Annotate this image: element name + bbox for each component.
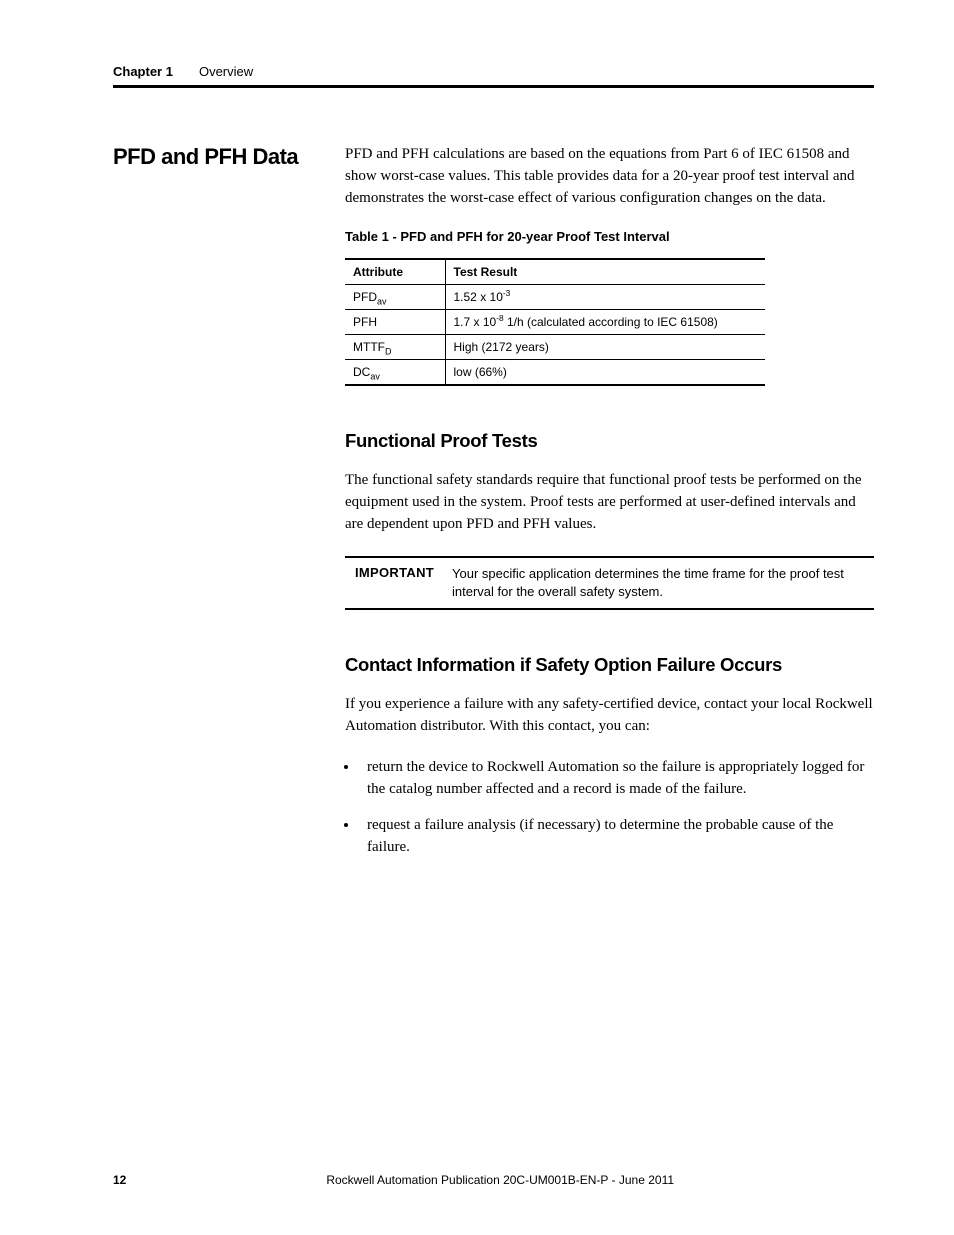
list-item: return the device to Rockwell Automation…: [359, 757, 874, 801]
page-header: Chapter 1 Overview: [113, 64, 874, 79]
section-heading-functional: Functional Proof Tests: [345, 430, 874, 452]
side-column: PFD and PFH Data: [113, 144, 345, 872]
contact-bullets: return the device to Rockwell Automation…: [359, 757, 874, 858]
header-rule: [113, 85, 874, 88]
intro-paragraph: PFD and PFH calculations are based on th…: [345, 144, 874, 209]
contact-paragraph: If you experience a failure with any saf…: [345, 694, 874, 738]
footer-page-number: 12: [113, 1173, 126, 1187]
result-cell: High (2172 years): [445, 335, 765, 360]
result-cell: 1.52 x 10-3: [445, 285, 765, 310]
list-item: request a failure analysis (if necessary…: [359, 815, 874, 859]
table-header-row: Attribute Test Result: [345, 259, 765, 285]
table-row: PFH 1.7 x 10-8 1/h (calculated according…: [345, 310, 765, 335]
table-row: MTTFD High (2172 years): [345, 335, 765, 360]
attr-cell: MTTFD: [345, 335, 445, 360]
page-footer: 12 Rockwell Automation Publication 20C-U…: [113, 1173, 874, 1187]
header-chapter: Chapter 1: [113, 64, 173, 79]
table-caption: Table 1 - PFD and PFH for 20-year Proof …: [345, 229, 874, 244]
content-column: PFD and PFH calculations are based on th…: [345, 144, 874, 872]
attr-cell: PFH: [345, 310, 445, 335]
section-heading-contact: Contact Information if Safety Option Fai…: [345, 654, 874, 676]
table-header-result: Test Result: [445, 259, 765, 285]
header-title: Overview: [199, 64, 253, 79]
callout-text: Your specific application determines the…: [452, 565, 874, 601]
callout-label: IMPORTANT: [345, 565, 434, 601]
result-cell: low (66%): [445, 360, 765, 386]
attr-cell: DCav: [345, 360, 445, 386]
side-heading: PFD and PFH Data: [113, 144, 345, 170]
attr-cell: PFDav: [345, 285, 445, 310]
functional-paragraph: The functional safety standards require …: [345, 470, 874, 535]
table-header-attribute: Attribute: [345, 259, 445, 285]
table-row: PFDav 1.52 x 10-3: [345, 285, 765, 310]
table-row: DCav low (66%): [345, 360, 765, 386]
pfd-pfh-table: Attribute Test Result PFDav 1.52 x 10-3 …: [345, 258, 765, 386]
footer-publication: Rockwell Automation Publication 20C-UM00…: [126, 1173, 874, 1187]
result-cell: 1.7 x 10-8 1/h (calculated according to …: [445, 310, 765, 335]
main-content: PFD and PFH Data PFD and PFH calculation…: [113, 144, 874, 872]
important-callout: IMPORTANT Your specific application dete…: [345, 556, 874, 610]
